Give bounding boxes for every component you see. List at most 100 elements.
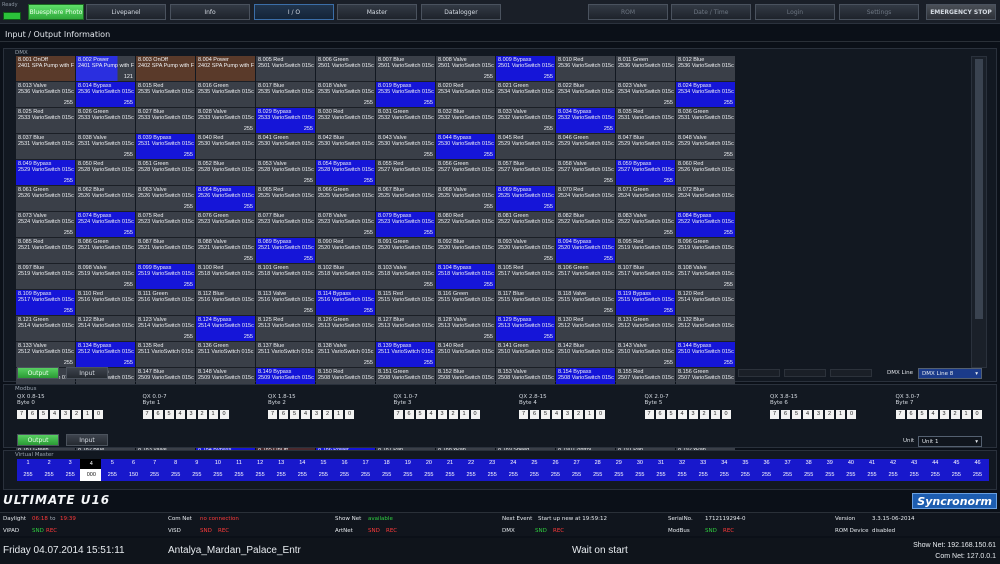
virtual-master-fader[interactable]: 5 255 — [101, 459, 124, 481]
virtual-master-fader[interactable]: 3 255 — [59, 459, 82, 481]
dmx-channel-cell[interactable]: 8.119 Bypass 2515 VarioSwitch 015c 255 — [616, 290, 675, 316]
dmx-channel-cell[interactable]: 8.056 Green 2527 VarioSwitch 015c — [436, 160, 495, 186]
modbus-bit-cell[interactable]: 4 — [928, 410, 938, 419]
dmx-channel-cell[interactable]: 8.069 Bypass 2525 VarioSwitch 015c 255 — [496, 186, 555, 212]
dmx-channel-cell[interactable]: 8.060 Red 2526 VarioSwitch 015c — [676, 160, 735, 186]
modbus-bit-cell[interactable]: 5 — [290, 410, 299, 419]
modbus-bit-cell[interactable]: 5 — [917, 410, 927, 419]
dmx-channel-cell[interactable]: 8.043 Valve 2530 VarioSwitch 015c 255 — [376, 134, 435, 160]
virtual-master-fader[interactable]: 2 255 — [38, 459, 61, 481]
dmx-channel-cell[interactable]: 8.124 Bypass 2514 VarioSwitch 015c 255 — [196, 316, 255, 342]
dmx-scroll-thumb[interactable] — [975, 59, 983, 319]
modbus-bit-cell[interactable]: 2 — [448, 410, 458, 419]
dmx-channel-cell[interactable]: 8.088 Valve 2521 VarioSwitch 015c 255 — [196, 238, 255, 264]
dmx-channel-cell[interactable]: 8.093 Valve 2520 VarioSwitch 015c 255 — [496, 238, 555, 264]
dmx-channel-cell[interactable]: 8.076 Green 2523 VarioSwitch 015c — [196, 212, 255, 238]
dmx-channel-cell[interactable]: 8.047 Blue 2529 VarioSwitch 015c — [616, 134, 675, 160]
modbus-bit-cell[interactable]: 5 — [39, 410, 48, 419]
modbus-bit-cell[interactable]: 6 — [906, 410, 916, 419]
virtual-master-fader[interactable]: 9 255 — [185, 459, 208, 481]
virtual-master-fader[interactable]: 18 255 — [375, 459, 398, 481]
dmx-channel-cell[interactable]: 8.063 Valve 2526 VarioSwitch 015c 255 — [136, 186, 195, 212]
modbus-bit-cell[interactable]: 4 — [175, 410, 185, 419]
dmx-channel-cell[interactable]: 8.067 Blue 2525 VarioSwitch 015c — [376, 186, 435, 212]
nav-button-5[interactable]: Datalogger — [421, 4, 501, 20]
modbus-bit-cell[interactable]: 2 — [950, 410, 960, 419]
modbus-bit-cell[interactable]: 3 — [61, 410, 70, 419]
dmx-channel-cell[interactable]: 8.065 Red 2525 VarioSwitch 015c — [256, 186, 315, 212]
dmx-channel-cell[interactable]: 8.139 Bypass 2511 VarioSwitch 015c 255 — [376, 342, 435, 368]
dmx-channel-cell[interactable]: 8.001 OnOff 2401 SPA Pump with F — [16, 56, 75, 82]
dmx-channel-cell[interactable]: 8.034 Bypass 2532 VarioSwitch 015c 255 — [556, 108, 615, 134]
virtual-master-fader[interactable]: 20 255 — [417, 459, 440, 481]
virtual-master-fader[interactable]: 12 255 — [249, 459, 272, 481]
dmx-channel-cell[interactable]: 8.017 Blue 2535 VarioSwitch 015c — [256, 82, 315, 108]
dmx-channel-cell[interactable]: 8.123 Valve 2514 VarioSwitch 015c 255 — [136, 316, 195, 342]
virtual-master-fader[interactable]: 36 255 — [755, 459, 778, 481]
virtual-master-fader[interactable]: 13 255 — [270, 459, 293, 481]
virtual-master-fader[interactable]: 30 255 — [628, 459, 651, 481]
virtual-master-fader[interactable]: 23 255 — [481, 459, 504, 481]
dmx-channel-cell[interactable]: 8.057 Blue 2527 VarioSwitch 015c — [496, 160, 555, 186]
dmx-channel-cell[interactable]: 8.100 Red 2518 VarioSwitch 015c — [196, 264, 255, 290]
dmx-channel-cell[interactable]: 8.075 Red 2523 VarioSwitch 015c — [136, 212, 195, 238]
modbus-bit-cell[interactable]: 0 — [596, 410, 605, 419]
modbus-bit-cell[interactable]: 0 — [847, 410, 856, 419]
dmx-channel-cell[interactable]: 8.041 Green 2530 VarioSwitch 015c — [256, 134, 315, 160]
dmx-channel-cell[interactable]: 8.031 Green 2532 VarioSwitch 015c — [376, 108, 435, 134]
modbus-bit-cell[interactable]: 4 — [426, 410, 436, 419]
dmx-channel-cell[interactable]: 8.023 Valve 2534 VarioSwitch 015c 255 — [616, 82, 675, 108]
virtual-master-fader[interactable]: 35 255 — [734, 459, 757, 481]
virtual-master-fader[interactable]: 46 255 — [966, 459, 989, 481]
dmx-channel-cell[interactable]: 8.032 Blue 2532 VarioSwitch 015c — [436, 108, 495, 134]
dmx-channel-cell[interactable]: 8.128 Valve 2513 VarioSwitch 015c 255 — [436, 316, 495, 342]
dmx-channel-cell[interactable]: 8.044 Bypass 2530 VarioSwitch 015c 255 — [436, 134, 495, 160]
dmx-channel-cell[interactable]: 8.095 Red 2519 VarioSwitch 015c — [616, 238, 675, 264]
dmx-channel-cell[interactable]: 8.083 Valve 2522 VarioSwitch 015c 255 — [616, 212, 675, 238]
dmx-channel-cell[interactable]: 8.033 Valve 2532 VarioSwitch 015c 255 — [496, 108, 555, 134]
dmx-channel-cell[interactable]: 8.026 Green 2533 VarioSwitch 015c — [76, 108, 135, 134]
dmx-channel-cell[interactable]: 8.094 Bypass 2520 VarioSwitch 015c 255 — [556, 238, 615, 264]
dmx-channel-cell[interactable]: 8.016 Green 2535 VarioSwitch 015c — [196, 82, 255, 108]
dmx-channel-cell[interactable]: 8.021 Green 2534 VarioSwitch 015c — [496, 82, 555, 108]
dmx-channel-cell[interactable]: 8.087 Blue 2521 VarioSwitch 015c — [136, 238, 195, 264]
dmx-channel-cell[interactable]: 8.144 Bypass 2510 VarioSwitch 015c 255 — [676, 342, 735, 368]
modbus-bit-cell[interactable]: 1 — [836, 410, 845, 419]
modbus-bit-cell[interactable]: 6 — [655, 410, 665, 419]
dmx-output-button[interactable]: Output — [17, 367, 59, 379]
modbus-bit-cell[interactable]: 4 — [301, 410, 310, 419]
modbus-bit-cell[interactable]: 1 — [585, 410, 594, 419]
dmx-channel-cell[interactable]: 8.064 Bypass 2526 VarioSwitch 015c 255 — [196, 186, 255, 212]
modbus-output-button[interactable]: Output — [17, 434, 59, 446]
modbus-bit-cell[interactable]: 3 — [688, 410, 698, 419]
virtual-master-fader[interactable]: 41 255 — [861, 459, 883, 481]
virtual-master-fader[interactable]: 8 255 — [164, 459, 187, 481]
dmx-channel-cell[interactable]: 8.108 Valve 2517 VarioSwitch 015c 255 — [676, 264, 735, 290]
dmx-channel-cell[interactable]: 8.138 Valve 2511 VarioSwitch 015c 255 — [316, 342, 375, 368]
dmx-channel-cell[interactable]: 8.006 Green 2501 VarioSwitch 015c — [316, 56, 375, 82]
modbus-bit-cell[interactable]: 3 — [186, 410, 196, 419]
virtual-master-fader[interactable]: 21 255 — [439, 459, 461, 481]
dmx-channel-cell[interactable]: 8.073 Valve 2524 VarioSwitch 015c 255 — [16, 212, 75, 238]
dmx-channel-cell[interactable]: 8.072 Blue 2524 VarioSwitch 015c — [676, 186, 735, 212]
dmx-channel-cell[interactable]: 8.051 Green 2528 VarioSwitch 015c — [136, 160, 195, 186]
dmx-channel-cell[interactable]: 8.122 Blue 2514 VarioSwitch 015c — [76, 316, 135, 342]
dmx-channel-cell[interactable]: 8.106 Green 2517 VarioSwitch 015c — [556, 264, 615, 290]
virtual-master-fader[interactable]: 25 255 — [523, 459, 546, 481]
dmx-channel-cell[interactable]: 8.068 Valve 2525 VarioSwitch 015c 255 — [436, 186, 495, 212]
dmx-channel-cell[interactable]: 8.125 Red 2513 VarioSwitch 015c — [256, 316, 315, 342]
dmx-channel-cell[interactable]: 8.039 Bypass 2531 VarioSwitch 015c 255 — [136, 134, 195, 160]
virtual-master-fader[interactable]: 16 255 — [333, 459, 356, 481]
modbus-bit-cell[interactable]: 2 — [574, 410, 583, 419]
dmx-channel-cell[interactable]: 8.050 Red 2528 VarioSwitch 015c — [76, 160, 135, 186]
modbus-bit-cell[interactable]: 2 — [197, 410, 207, 419]
virtual-master-fader[interactable]: 17 255 — [354, 459, 377, 481]
modbus-bit-cell[interactable]: 7 — [895, 410, 905, 419]
nav-button-3[interactable]: I / O — [254, 4, 334, 20]
dmx-channel-cell[interactable]: 8.084 Bypass 2522 VarioSwitch 015c 255 — [676, 212, 735, 238]
modbus-bit-cell[interactable]: 6 — [28, 410, 37, 419]
dmx-channel-cell[interactable]: 8.070 Red 2524 VarioSwitch 015c — [556, 186, 615, 212]
virtual-master-fader[interactable]: 4 000 — [80, 459, 103, 481]
dmx-channel-cell[interactable]: 8.091 Green 2520 VarioSwitch 015c — [376, 238, 435, 264]
dmx-channel-cell[interactable]: 8.019 Bypass 2535 VarioSwitch 015c 255 — [376, 82, 435, 108]
